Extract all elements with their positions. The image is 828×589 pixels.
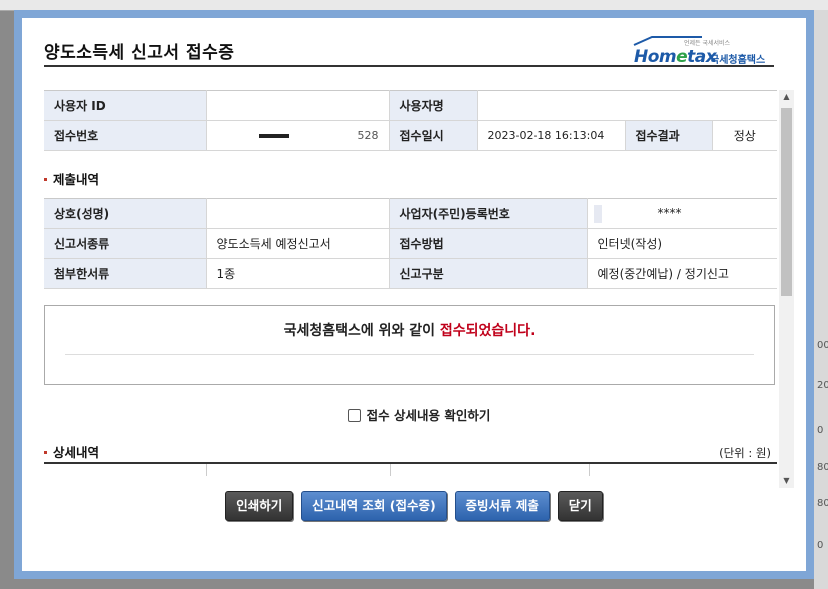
logo-wordmark: Hometax — [634, 47, 717, 67]
receipt-date-value: 2023-02-18 16:13:04 — [477, 120, 626, 151]
masked-value — [593, 204, 602, 223]
receipt-dialog: 양도소득세 신고서 접수증 언제든 국세서비스 Hometax 국세청홈택스 사… — [14, 10, 814, 579]
scroll-up-arrow-icon[interactable]: ▲ — [779, 90, 794, 104]
print-button[interactable]: 인쇄하기 — [225, 491, 294, 521]
receipt-number-value: 528 — [206, 120, 390, 151]
detail-checkbox-label[interactable]: 접수 상세내용 확인하기 — [367, 408, 491, 423]
logo-korean-text: 국세청홈택스 — [710, 55, 766, 66]
submission-table: 상호(성명) 사업자(주민)등록번호 **** 신고서종류 양도소득세 예정신고… — [44, 198, 777, 289]
background-page-right: 00 20 0 80 80 0 — [814, 10, 828, 589]
category-value: 예정(중간예납) / 정기신고 — [587, 258, 777, 289]
button-bar: 인쇄하기 신고내역 조회 (접수증) 증빙서류 제출 닫기 — [22, 491, 806, 521]
receipt-result-label: 접수결과 — [625, 120, 713, 151]
history-lookup-button[interactable]: 신고내역 조회 (접수증) — [301, 491, 447, 521]
user-id-label: 사용자 ID — [44, 90, 207, 121]
table-row: 첨부한서류 1종 신고구분 예정(중간예납) / 정기신고 — [44, 258, 777, 289]
receipt-result-value: 정상 — [712, 120, 778, 151]
receipt-scroll-area[interactable]: 사용자 ID 사용자명 접수번호 528 접수일시 2023-02-18 16:… — [44, 90, 794, 488]
receipt-info-table: 사용자 ID 사용자명 접수번호 528 접수일시 2023-02-18 16:… — [44, 90, 778, 151]
dialog-body: 양도소득세 신고서 접수증 언제든 국세서비스 Hometax 국세청홈택스 사… — [22, 18, 806, 571]
name-value — [206, 198, 390, 229]
table-row: 접수번호 528 접수일시 2023-02-18 16:13:04 접수결과 정… — [44, 120, 778, 151]
attachment-label: 첨부한서류 — [44, 258, 207, 289]
background-text: 00 — [817, 340, 828, 351]
notice-divider — [65, 354, 754, 355]
form-type-value: 양도소득세 예정신고서 — [206, 228, 390, 259]
bullet-icon — [44, 177, 47, 181]
user-name-label: 사용자명 — [389, 90, 478, 121]
logo-tagline: 언제든 국세서비스 — [684, 40, 731, 47]
detail-table-stub — [44, 464, 778, 476]
category-label: 신고구분 — [389, 258, 588, 289]
unit-label: (단위 : 원) — [719, 446, 771, 460]
vertical-scrollbar[interactable]: ▲ ▼ — [779, 90, 794, 488]
masked-value — [258, 134, 289, 138]
submission-section-title: 제출내역 — [44, 169, 794, 188]
notice-box: 국세청홈택스에 위와 같이 접수되었습니다. — [44, 305, 775, 385]
scrollbar-thumb[interactable] — [781, 108, 792, 296]
registration-number-label: 사업자(주민)등록번호 — [389, 198, 588, 229]
receipt-date-label: 접수일시 — [389, 120, 478, 151]
user-name-value — [477, 90, 778, 121]
detail-section-title: 상세내역 — [44, 442, 99, 461]
form-type-label: 신고서종류 — [44, 228, 207, 259]
bullet-icon — [44, 450, 47, 454]
background-text: 20 — [817, 380, 828, 391]
table-row: 신고서종류 양도소득세 예정신고서 접수방법 인터넷(작성) — [44, 228, 777, 259]
method-value: 인터넷(작성) — [587, 228, 777, 259]
title-divider — [44, 65, 774, 67]
background-text: 0 — [817, 540, 824, 551]
notice-message: 국세청홈택스에 위와 같이 접수되었습니다. — [283, 323, 536, 339]
hometax-logo: 언제든 국세서비스 Hometax 국세청홈택스 — [632, 36, 772, 67]
table-row: 상호(성명) 사업자(주민)등록번호 **** — [44, 198, 777, 229]
receipt-number-label: 접수번호 — [44, 120, 207, 151]
table-row: 사용자 ID 사용자명 — [44, 90, 778, 121]
background-text: 80 — [817, 498, 828, 509]
user-id-value — [206, 90, 390, 121]
registration-number-value: **** — [587, 198, 777, 229]
attachment-value: 1종 — [206, 258, 390, 289]
method-label: 접수방법 — [389, 228, 588, 259]
background-text: 0 — [817, 425, 824, 436]
dialog-title: 양도소득세 신고서 접수증 — [44, 43, 235, 63]
background-text: 80 — [817, 462, 828, 473]
name-label: 상호(성명) — [44, 198, 207, 229]
detail-checkbox[interactable] — [347, 409, 361, 422]
close-button[interactable]: 닫기 — [557, 491, 603, 521]
scroll-down-arrow-icon[interactable]: ▼ — [779, 474, 794, 488]
detail-section-header: 상세내역 (단위 : 원) — [44, 438, 777, 464]
detail-check-row[interactable]: 접수 상세내용 확인하기 — [44, 405, 794, 424]
submit-evidence-button[interactable]: 증빙서류 제출 — [454, 491, 550, 521]
notice-highlight: 접수되었습니다. — [439, 323, 536, 339]
